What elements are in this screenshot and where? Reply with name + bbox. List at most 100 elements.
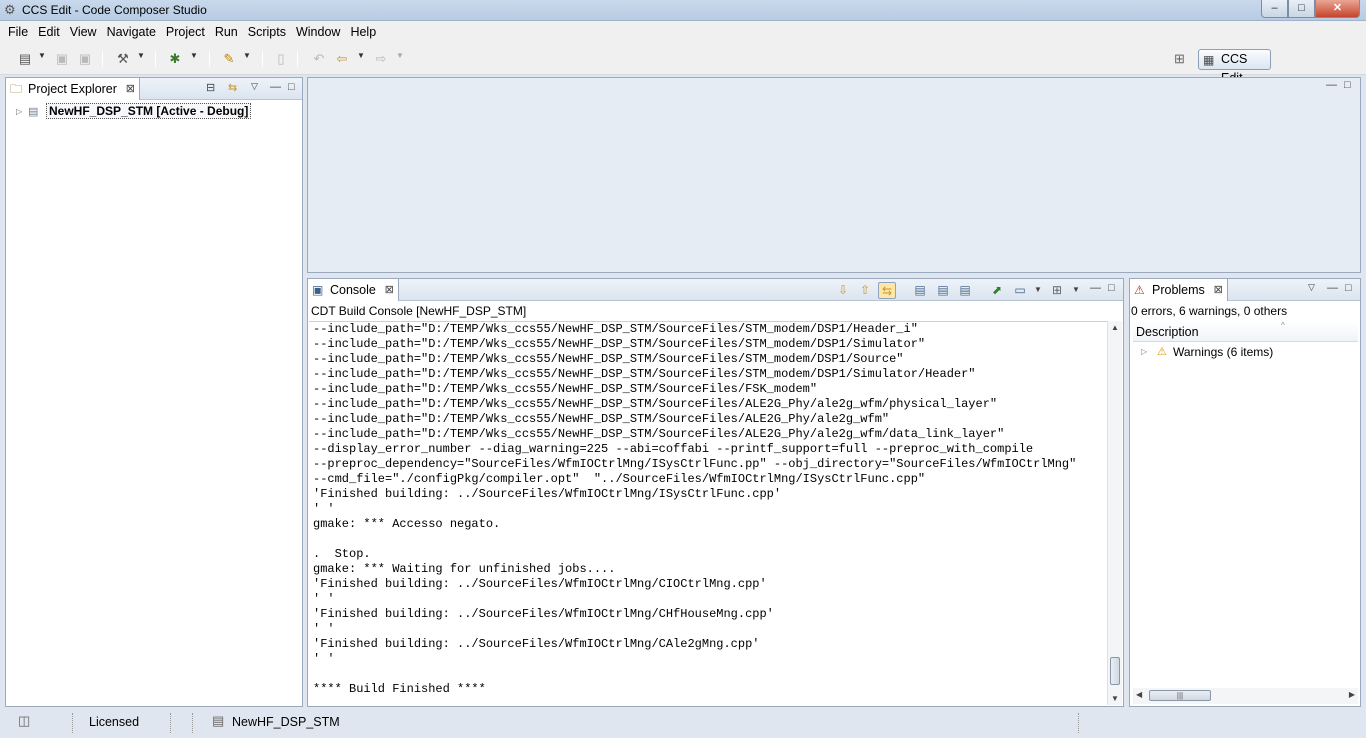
back-dropdown-icon[interactable]: ▼ [357, 51, 365, 60]
console-line: --include_path="D:/TEMP/Wks_ccs55/NewHF_… [313, 412, 890, 426]
menu-file[interactable]: File [3, 25, 33, 39]
show-console-icon[interactable]: ▤ [911, 282, 929, 299]
menu-project[interactable]: Project [161, 25, 210, 39]
back-arrow-icon[interactable]: ⇦ [333, 50, 351, 68]
save-all-icon[interactable]: ▣ [76, 50, 94, 68]
console-line: **** Build Finished **** [313, 682, 486, 696]
open-console-dropdown-icon[interactable]: ▼ [1072, 285, 1080, 294]
scroll-right-icon[interactable]: ▶ [1349, 690, 1355, 699]
project-icon: ▤ [212, 713, 225, 728]
project-explorer-tabbar: 🗀 Project Explorer ⊠ ⊟ ⇆ ▽ — □ [6, 78, 302, 100]
debug-dropdown-icon[interactable]: ▼ [190, 51, 198, 60]
close-tab-icon[interactable]: ⊠ [1214, 279, 1223, 301]
tab-project-explorer[interactable]: 🗀 Project Explorer ⊠ [6, 78, 140, 100]
console-line: --cmd_file="./configPkg/compiler.opt" ".… [313, 472, 926, 486]
close-tab-icon[interactable]: ⊠ [126, 78, 135, 100]
console-scrollbar[interactable]: ▲ ▼ [1107, 321, 1122, 705]
minimize-view-icon[interactable]: — [270, 81, 281, 93]
project-explorer-view: 🗀 Project Explorer ⊠ ⊟ ⇆ ▽ — □ ▷ ▤ NewHF… [5, 77, 303, 707]
console-output[interactable]: --include_path="D:/TEMP/Wks_ccs55/NewHF_… [309, 321, 1107, 705]
scroll-up-icon[interactable]: ▲ [1111, 323, 1119, 332]
console-line: 'Finished building: ../SourceFiles/WfmIO… [313, 607, 774, 621]
build-hammer-icon[interactable]: ⚒ [114, 50, 132, 68]
link-editor-icon[interactable]: ⇆ [228, 81, 237, 94]
close-tab-icon[interactable]: ⊠ [385, 279, 394, 301]
display-dropdown-icon[interactable]: ▼ [1034, 285, 1042, 294]
license-status: Licensed [89, 715, 140, 729]
problems-horizontal-scrollbar[interactable]: ◀ ||| ▶ [1133, 688, 1358, 704]
menu-help[interactable]: Help [345, 25, 381, 39]
problems-icon: ⚠ [1134, 283, 1145, 297]
maximize-view-icon[interactable]: □ [288, 81, 295, 93]
perspective-ccs-edit[interactable]: ▦ CCS Edit [1198, 49, 1271, 85]
console-view: ▣ Console ⊠ ⇩ ⇧ ⇆ ▤ ▤ ▤ ⬈ ▭ ▼ ⊞ ▼ — □ CD… [307, 278, 1124, 707]
scrollbar-thumb[interactable] [1110, 657, 1120, 685]
menu-view[interactable]: View [65, 25, 102, 39]
new-dropdown-icon[interactable]: ▼ [38, 51, 46, 60]
console-line: --include_path="D:/TEMP/Wks_ccs55/NewHF_… [313, 337, 926, 351]
maximize-button[interactable]: □ [1288, 0, 1315, 18]
console-icon: ▣ [312, 283, 324, 297]
view-menu-icon[interactable]: ▽ [1308, 282, 1315, 293]
editor-minimize-icon[interactable]: — [1326, 79, 1337, 91]
collapse-all-icon[interactable]: ⊟ [206, 81, 215, 94]
problems-row-warnings[interactable]: ▷ ⚠ Warnings (6 items) [1133, 342, 1358, 362]
minimize-view-icon[interactable]: — [1090, 282, 1101, 294]
flash-dropdown-icon[interactable]: ▼ [243, 51, 251, 60]
editor-maximize-icon[interactable]: □ [1344, 79, 1351, 91]
tree-item-project[interactable]: ▷ ▤ NewHF_DSP_STM [Active - Debug] [16, 103, 252, 119]
previous-page-icon[interactable]: ⇧ [856, 282, 874, 299]
scroll-down-icon[interactable]: ▼ [1111, 694, 1119, 703]
problems-summary: 0 errors, 6 warnings, 0 others [1131, 304, 1288, 318]
new-icon[interactable]: ▤ [16, 50, 34, 68]
menu-navigate[interactable]: Navigate [102, 25, 161, 39]
console-line: 'Finished building: ../SourceFiles/WfmIO… [313, 637, 760, 651]
console-line: ' ' [313, 502, 335, 516]
maximize-view-icon[interactable]: □ [1108, 282, 1115, 294]
tab-problems[interactable]: ⚠ Problems ⊠ [1130, 279, 1228, 301]
clear-console-icon[interactable]: ▤ [956, 282, 974, 299]
pin-console-icon[interactable]: ⬈ [988, 282, 1006, 299]
flash-icon[interactable]: ✎ [220, 50, 238, 68]
build-dropdown-icon[interactable]: ▼ [137, 51, 145, 60]
console-line: --include_path="D:/TEMP/Wks_ccs55/NewHF_… [313, 322, 918, 336]
minimize-view-icon[interactable]: — [1327, 282, 1338, 294]
tab-console[interactable]: ▣ Console ⊠ [308, 279, 399, 301]
toggle-block-icon[interactable]: ▯ [272, 50, 290, 68]
project-label: NewHF_DSP_STM [Active - Debug] [46, 103, 252, 119]
menu-edit[interactable]: Edit [33, 25, 65, 39]
problems-tabbar: ⚠ Problems ⊠ ▽ — □ [1130, 279, 1360, 301]
expand-arrow-icon[interactable]: ▷ [16, 107, 28, 116]
console-line: --include_path="D:/TEMP/Wks_ccs55/NewHF_… [313, 367, 976, 381]
fast-view-icon[interactable]: ◫ [18, 713, 30, 729]
debug-bug-icon[interactable]: ✱ [166, 50, 184, 68]
maximize-view-icon[interactable]: □ [1345, 282, 1352, 294]
view-menu-icon[interactable]: ▽ [251, 81, 258, 92]
display-console-icon[interactable]: ▭ [1011, 282, 1029, 299]
menu-scripts[interactable]: Scripts [243, 25, 291, 39]
expand-arrow-icon[interactable]: ▷ [1141, 342, 1147, 362]
scroll-left-icon[interactable]: ◀ [1136, 690, 1142, 699]
scroll-lock-icon[interactable]: ⇆ [878, 282, 896, 299]
close-button[interactable]: ✕ [1315, 0, 1360, 18]
perspective-icon: ▦ [1203, 53, 1215, 67]
save-icon[interactable]: ▣ [53, 50, 71, 68]
open-perspective-icon[interactable]: ⊞ [1174, 51, 1185, 67]
minimize-button[interactable]: – [1261, 0, 1288, 18]
forward-arrow-icon[interactable]: ⇨ [372, 50, 390, 68]
copy-build-log-icon[interactable]: ▤ [934, 282, 952, 299]
forward-dropdown-icon[interactable]: ▼ [396, 51, 404, 60]
sort-indicator-icon: ^ [1281, 321, 1285, 330]
column-header-description[interactable]: Description ^ [1133, 321, 1358, 342]
menu-window[interactable]: Window [291, 25, 345, 39]
last-edit-icon[interactable]: ↶ [310, 50, 328, 68]
console-line: --include_path="D:/TEMP/Wks_ccs55/NewHF_… [313, 352, 904, 366]
menu-run[interactable]: Run [210, 25, 243, 39]
next-page-icon[interactable]: ⇩ [834, 282, 852, 299]
status-separator [72, 713, 73, 733]
scrollbar-thumb[interactable]: ||| [1149, 690, 1211, 701]
toolbar-separator [262, 51, 263, 67]
console-line: --include_path="D:/TEMP/Wks_ccs55/NewHF_… [313, 382, 818, 396]
open-console-icon[interactable]: ⊞ [1048, 282, 1066, 299]
